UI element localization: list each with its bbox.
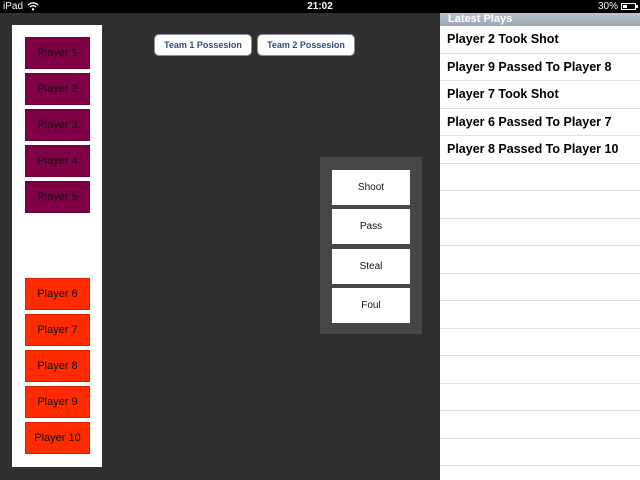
player-4-button[interactable]: Player 4 [25,145,90,177]
main-area: Player 1 Player 2 Player 3 Player 4 Play… [0,13,440,480]
team1-possession-button[interactable]: Team 1 Possesion [154,34,252,56]
pass-button[interactable]: Pass [332,209,410,244]
player-9-button[interactable]: Player 9 [25,386,90,418]
player-1-button[interactable]: Player 1 [25,37,90,69]
empty-row [440,384,640,411]
foul-button[interactable]: Foul [332,288,410,323]
player-3-button[interactable]: Player 3 [25,109,90,141]
empty-row [440,219,640,246]
steal-button[interactable]: Steal [332,249,410,284]
battery-icon [621,3,638,10]
play-row[interactable]: Player 9 Passed To Player 8 [440,54,640,81]
latest-plays-panel[interactable]: Latest Plays Player 2 Took Shot Player 9… [440,13,640,480]
action-panel: Shoot Pass Steal Foul [320,157,422,334]
play-row[interactable]: Player 2 Took Shot [440,26,640,54]
empty-row [440,411,640,439]
player-7-button[interactable]: Player 7 [25,314,90,346]
play-row[interactable]: Player 7 Took Shot [440,81,640,109]
player-10-button[interactable]: Player 10 [25,422,90,454]
player-2-button[interactable]: Player 2 [25,73,90,105]
latest-plays-header: Latest Plays [440,13,640,26]
battery-percentage: 30% [597,1,618,12]
play-row[interactable]: Player 6 Passed To Player 7 [440,109,640,136]
empty-row [440,356,640,384]
status-bar: iPad 21:02 30% [0,0,640,13]
roster-panel: Player 1 Player 2 Player 3 Player 4 Play… [12,25,102,467]
team2-possession-button[interactable]: Team 2 Possesion [257,34,355,56]
player-5-button[interactable]: Player 5 [25,181,90,213]
empty-row [440,329,640,356]
play-row[interactable]: Player 8 Passed To Player 10 [440,136,640,164]
empty-row [440,246,640,274]
empty-row [440,274,640,301]
empty-row [440,191,640,219]
clock: 21:02 [307,1,333,12]
empty-row [440,164,640,191]
player-8-button[interactable]: Player 8 [25,350,90,382]
empty-row [440,301,640,329]
empty-row [440,439,640,466]
shoot-button[interactable]: Shoot [332,170,410,205]
player-6-button[interactable]: Player 6 [25,278,90,310]
